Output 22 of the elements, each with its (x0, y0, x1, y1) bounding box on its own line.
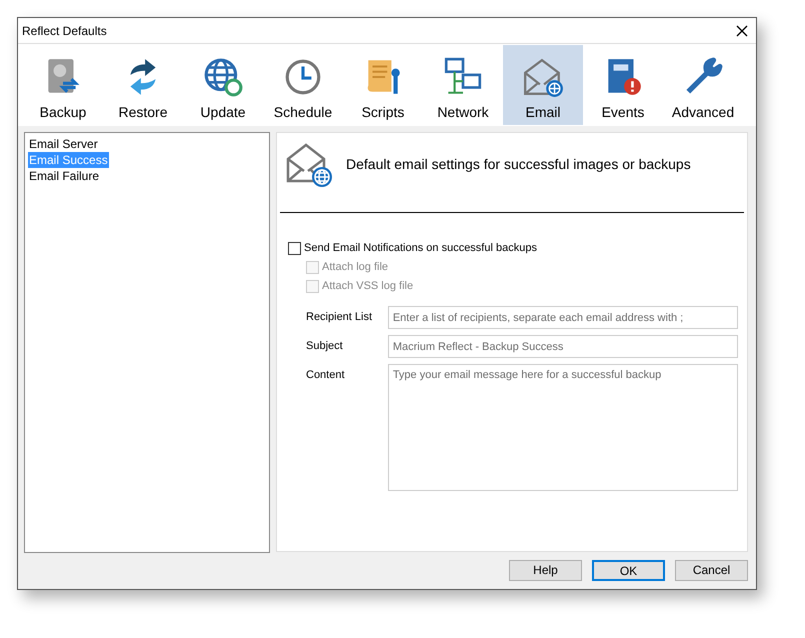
field-label: Subject (306, 339, 344, 354)
envelope-globe-icon (522, 56, 564, 98)
dialog-button[interactable]: Help (509, 560, 582, 580)
globe-refresh-icon (202, 56, 244, 98)
sidebar-item[interactable]: Email Server (28, 136, 99, 152)
checkbox-label: Attach VSS log file (322, 279, 414, 294)
message-field[interactable]: Type your email message here for a successful backup (388, 364, 738, 491)
panel-heading: Default email settings for successful images or backups (346, 155, 691, 174)
input-field[interactable]: Macrium Reflect - Backup Success (388, 335, 738, 358)
field-label: Content (306, 368, 346, 383)
checkbox-label: Attach log file (322, 260, 388, 276)
envelope-globe-icon (286, 140, 334, 188)
window-title: Reflect Defaults (22, 22, 107, 40)
field-label: Recipient List (306, 310, 374, 325)
dialog-button[interactable]: OK (592, 560, 665, 580)
toolbar-tab[interactable]: Email (503, 45, 583, 125)
close-icon[interactable] (736, 24, 748, 36)
sidebar-item[interactable]: Email Failure (28, 168, 100, 184)
checkbox[interactable] (288, 242, 301, 255)
dialog-button[interactable]: Cancel (675, 560, 748, 580)
input-field[interactable]: Enter a list of recipients, separate each email address with ; (388, 306, 738, 329)
checkbox-label: Send Email Notifications on successful backups (304, 241, 537, 256)
